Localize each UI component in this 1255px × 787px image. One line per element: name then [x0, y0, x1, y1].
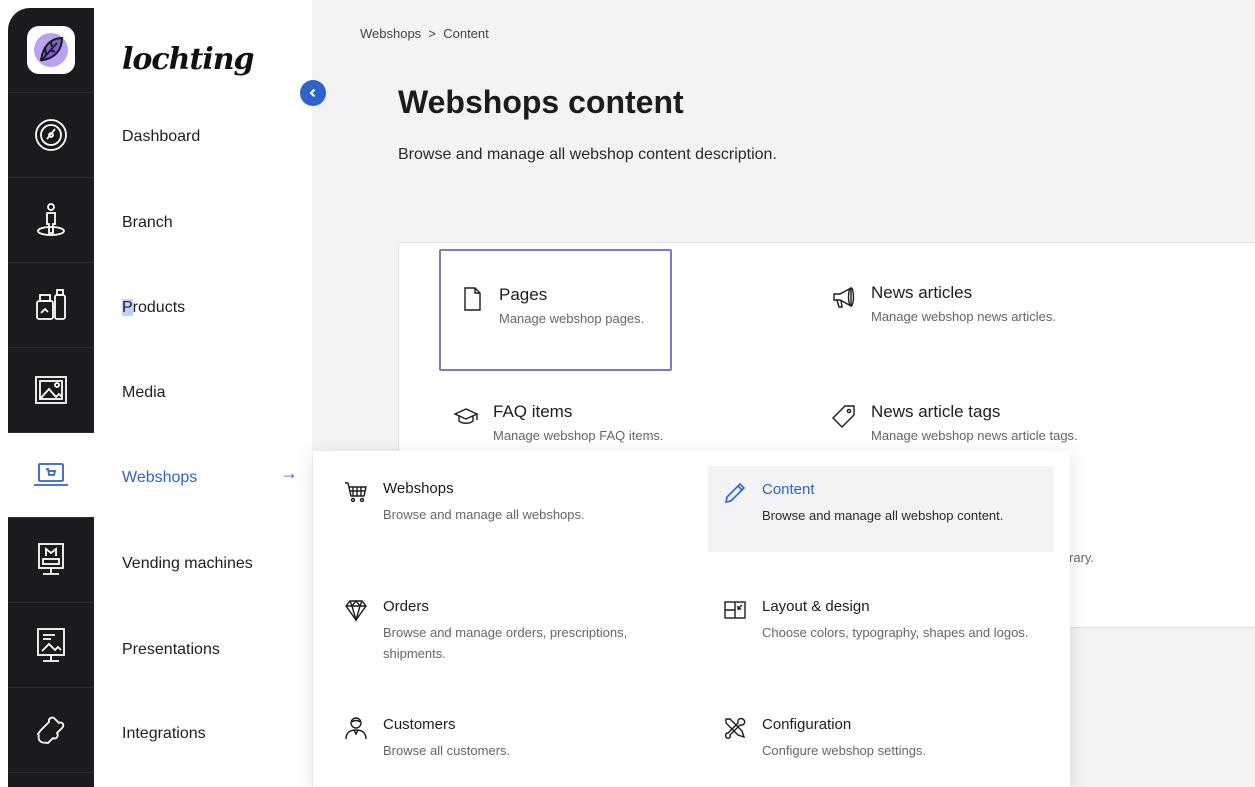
text-cursor-highlight: P: [122, 299, 133, 316]
menu-item-description: Browse and manage all webshop content.: [762, 508, 1004, 523]
rail-dashboard[interactable]: [8, 93, 94, 178]
branch-location-icon: [37, 203, 65, 236]
presentation-icon: [37, 628, 65, 662]
tile-title: FAQ items: [493, 402, 573, 421]
menu-item-title: Configuration: [762, 716, 852, 733]
nav-item-integrations[interactable]: Integrations: [122, 725, 206, 743]
nav-item-products[interactable]: Products: [122, 299, 185, 317]
layout-icon: [724, 601, 746, 619]
page-title: Webshops content: [398, 84, 684, 120]
menu-item-title: Content: [762, 481, 815, 498]
nav-item-presentations[interactable]: Presentations: [122, 641, 220, 659]
rail-integrations[interactable]: [8, 688, 94, 773]
tile-pages[interactable]: Pages Manage webshop pages.: [439, 249, 672, 371]
nav-panel: lochting Dashboard Branch Products Media…: [94, 8, 312, 787]
menu-item-customers[interactable]: Customers Browse all customers.: [329, 701, 689, 775]
pencil-icon: [724, 482, 746, 504]
integrations-puzzle-icon: [36, 716, 65, 745]
menu-item-title: Customers: [383, 716, 456, 733]
chevron-left-icon: [309, 88, 316, 98]
rail-products[interactable]: [8, 263, 94, 348]
tile-faq-items[interactable]: FAQ items Manage webshop FAQ items.: [453, 402, 664, 443]
collapse-sidebar-button[interactable]: [300, 80, 326, 106]
breadcrumb[interactable]: Webshops > Content: [360, 26, 489, 41]
menu-item-content[interactable]: Content Browse and manage all webshop con…: [708, 466, 1054, 552]
tile-description: Manage webshop pages.: [499, 311, 645, 326]
rail-vending[interactable]: [8, 518, 94, 603]
diamond-icon: [345, 599, 367, 623]
menu-item-configuration[interactable]: Configuration Configure webshop settings.: [708, 701, 1054, 775]
menu-item-description: Configure webshop settings.: [762, 743, 927, 758]
nav-item-label: roducts: [132, 299, 186, 316]
vending-machine-icon: [38, 543, 64, 575]
leaf-logo-icon: [27, 26, 75, 74]
graduation-cap-icon: [453, 408, 479, 424]
tile-news-articles[interactable]: News articles Manage webshop news article…: [831, 283, 1056, 324]
app-window: lochting Dashboard Branch Products Media…: [0, 0, 1255, 787]
dashboard-gauge-icon: [35, 119, 67, 151]
menu-item-description: Choose colors, typography, shapes and lo…: [762, 625, 1029, 640]
arrow-right-icon: →: [280, 463, 298, 483]
page-subtitle: Browse and manage all webshop content de…: [398, 146, 777, 163]
tile-title: News article tags: [871, 402, 1001, 421]
tile-description: Manage webshop FAQ items.: [493, 428, 664, 443]
nav-item-branch[interactable]: Branch: [122, 214, 173, 232]
menu-item-webshops[interactable]: Webshops Browse and manage all webshops.: [329, 465, 689, 539]
rail-presentations[interactable]: [8, 603, 94, 688]
megaphone-icon: [833, 286, 855, 308]
menu-item-orders[interactable]: Orders Browse and manage orders, prescrip…: [329, 583, 689, 678]
menu-item-description: Browse and manage orders, prescriptions,…: [383, 625, 628, 661]
tile-description: Manage webshop news article tags.: [871, 428, 1078, 443]
rail-media[interactable]: [8, 348, 94, 433]
tag-icon: [832, 405, 855, 428]
icon-rail: [8, 8, 94, 787]
menu-item-description: Browse all customers.: [383, 743, 511, 758]
media-image-icon: [35, 376, 67, 404]
menu-item-description: Browse and manage all webshops.: [383, 507, 585, 522]
nav-item-vending-machines[interactable]: Vending machines: [122, 555, 253, 573]
nav-item-media[interactable]: Media: [122, 384, 166, 402]
menu-item-title: Webshops: [383, 480, 454, 497]
rail-branch[interactable]: [8, 178, 94, 263]
menu-item-title: Layout & design: [762, 598, 870, 615]
tile-title: News articles: [871, 283, 973, 302]
nav-item-webshops[interactable]: Webshops: [122, 469, 197, 487]
rail-webshops[interactable]: [8, 433, 94, 518]
tile-news-article-tags[interactable]: News article tags Manage webshop news art…: [831, 402, 1078, 443]
rail-logo[interactable]: [8, 8, 94, 93]
page-icon: [464, 287, 481, 311]
cart-icon: [345, 482, 367, 503]
brand-logo-text: lochting: [122, 42, 255, 77]
webshops-flyout-menu: Webshops Browse and manage all webshops. …: [313, 451, 1070, 787]
nav-item-dashboard[interactable]: Dashboard: [122, 128, 200, 146]
tools-icon: [724, 717, 746, 739]
customer-icon: [345, 717, 367, 740]
tile-description: Manage webshop news articles.: [871, 309, 1056, 324]
menu-item-layout-design[interactable]: Layout & design Choose colors, typography…: [708, 583, 1054, 657]
menu-item-title: Orders: [383, 598, 429, 615]
webshop-laptop-icon: [34, 463, 68, 486]
tile-title: Pages: [499, 285, 548, 304]
products-icon: [36, 289, 66, 320]
